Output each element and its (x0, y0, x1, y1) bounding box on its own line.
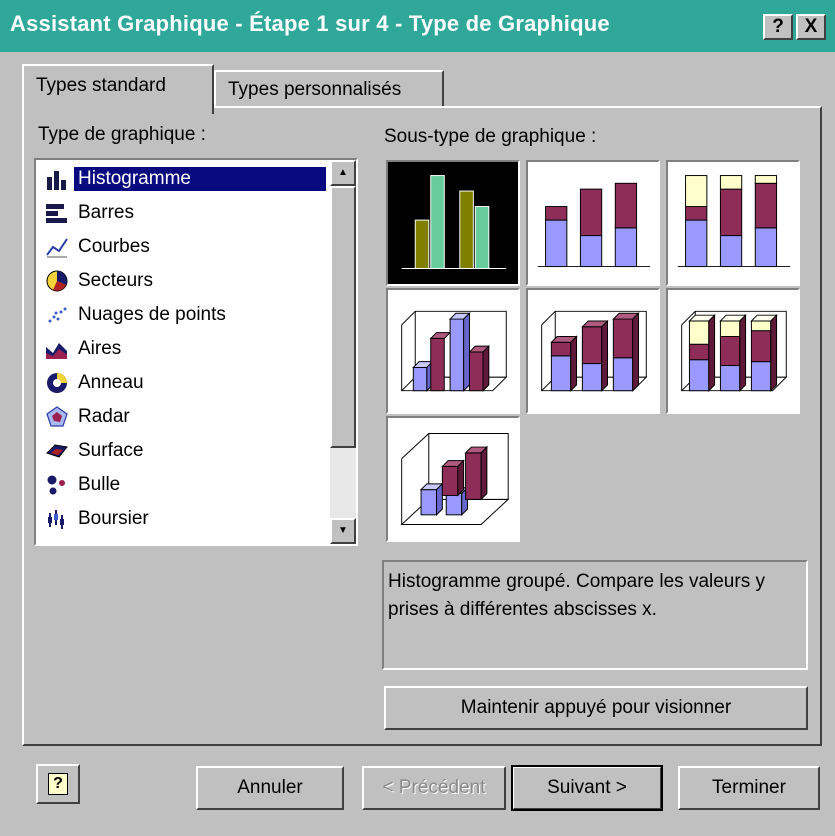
subtype-clustered-column[interactable] (386, 160, 520, 286)
radar-chart-icon (40, 402, 74, 432)
list-item-label: Radar (78, 406, 130, 427)
subtype-3d-100-stacked-column[interactable] (666, 288, 800, 414)
stacked-column-icon (537, 182, 651, 268)
subtype-description: Histogramme groupé. Compare les valeurs … (382, 560, 808, 670)
tab-types-standard[interactable]: Types standard (22, 64, 214, 114)
line-chart-icon (40, 232, 74, 262)
doughnut-chart-icon (40, 368, 74, 398)
bubble-chart-icon (40, 470, 74, 500)
list-item-label: Boursier (78, 508, 149, 529)
finish-button-label: Terminer (712, 777, 786, 798)
3d-100-stacked-column-icon (680, 310, 788, 392)
area-chart-icon (40, 334, 74, 364)
cancel-button-label: Annuler (237, 777, 303, 798)
list-item-nuages-de-points[interactable]: Nuages de points (40, 298, 332, 332)
tab-types-personnalises[interactable]: Types personnalisés (214, 70, 444, 108)
list-item-bulle[interactable]: Bulle (40, 468, 332, 502)
chart-type-label: Type de graphique : (38, 124, 206, 145)
3d-column-icon (400, 433, 510, 525)
next-button-label: Suivant > (547, 777, 627, 798)
next-button[interactable]: Suivant > (511, 765, 663, 811)
scroll-up-button[interactable]: ▲ (330, 160, 356, 186)
list-item-barres[interactable]: Barres (40, 196, 332, 230)
previous-button[interactable]: < Précédent (362, 766, 506, 810)
scroll-thumb[interactable] (330, 186, 356, 448)
help-button[interactable]: ? (763, 14, 793, 40)
list-item-label: Nuages de points (78, 304, 226, 325)
list-item-radar[interactable]: Radar (40, 400, 332, 434)
list-item-label: Bulle (78, 474, 121, 495)
help-wizard-button[interactable]: ? (36, 764, 80, 804)
stock-chart-icon (40, 504, 74, 534)
list-item-label: Courbes (78, 236, 150, 257)
tab-label: Types standard (36, 75, 166, 96)
preview-button-label: Maintenir appuyé pour visionner (460, 697, 732, 718)
scatter-chart-icon (40, 300, 74, 330)
subtype-stacked-column[interactable] (526, 160, 660, 286)
scroll-down-button[interactable]: ▼ (330, 518, 356, 544)
preview-button[interactable]: Maintenir appuyé pour visionner (384, 686, 808, 730)
3d-clustered-column-icon (400, 310, 508, 392)
list-item-label: Aires (78, 338, 122, 359)
column-chart-icon (40, 164, 74, 194)
chart-type-list[interactable]: Histogramme Barres Courbes Secteurs Nuag… (34, 158, 358, 546)
list-item-anneau[interactable]: Anneau (40, 366, 332, 400)
cancel-button[interactable]: Annuler (196, 766, 344, 810)
list-item-label: Histogramme (74, 167, 326, 191)
finish-button[interactable]: Terminer (678, 766, 820, 810)
list-item-boursier[interactable]: Boursier (40, 502, 332, 536)
list-item-label: Secteurs (78, 270, 153, 291)
list-item-secteurs[interactable]: Secteurs (40, 264, 332, 298)
list-item-histogramme[interactable]: Histogramme (40, 162, 332, 196)
clustered-column-icon (401, 175, 507, 269)
tab-label: Types personnalisés (228, 79, 402, 100)
subtype-3d-stacked-column[interactable] (526, 288, 660, 414)
previous-button-label: < Précédent (382, 777, 486, 798)
window-title: Assistant Graphique - Étape 1 sur 4 - Ty… (10, 11, 610, 36)
list-scrollbar[interactable]: ▲ ▼ (330, 160, 356, 544)
list-item-label: Surface (78, 440, 144, 461)
list-item-courbes[interactable]: Courbes (40, 230, 332, 264)
bar-chart-icon (40, 198, 74, 228)
pie-chart-icon (40, 266, 74, 296)
list-item-label: Barres (78, 202, 134, 223)
100-stacked-column-icon (677, 175, 791, 268)
subtype-3d-clustered-column[interactable] (386, 288, 520, 414)
subtype-100-stacked-column[interactable] (666, 160, 800, 286)
close-button[interactable]: X (796, 14, 826, 40)
list-item-label: Anneau (78, 372, 144, 393)
list-item-aires[interactable]: Aires (40, 332, 332, 366)
list-item-surface[interactable]: Surface (40, 434, 332, 468)
help-icon: ? (48, 773, 68, 795)
subtype-label: Sous-type de graphique : (384, 126, 597, 147)
3d-stacked-column-icon (540, 310, 648, 392)
subtype-3d-column[interactable] (386, 416, 520, 542)
surface-chart-icon (40, 436, 74, 466)
title-bar: Assistant Graphique - Étape 1 sur 4 - Ty… (0, 0, 835, 52)
